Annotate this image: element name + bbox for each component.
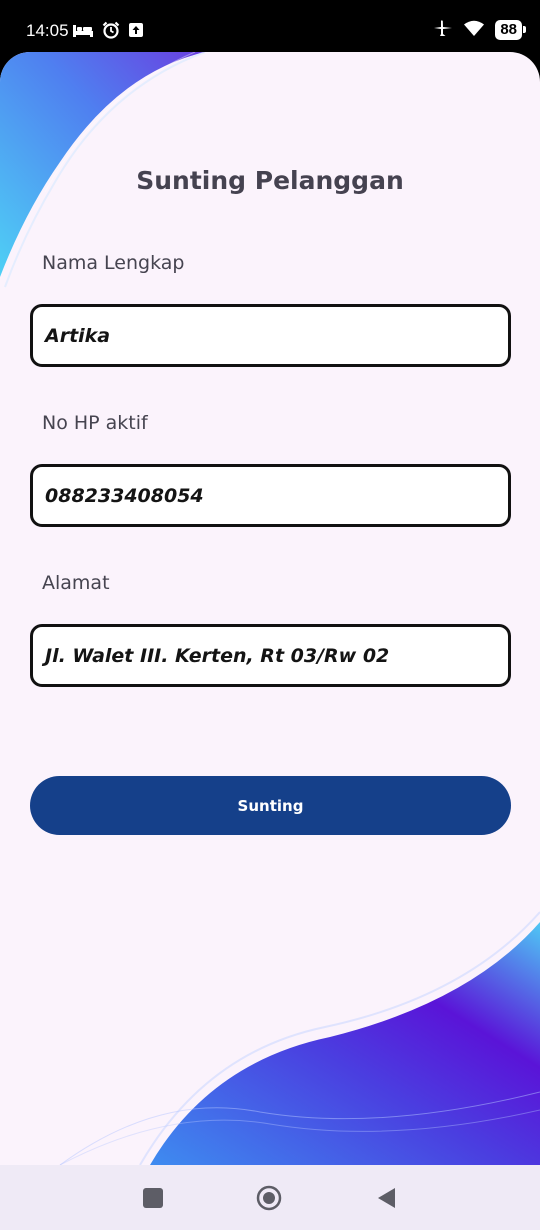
status-time: 14:05 <box>26 21 69 40</box>
alarm-icon <box>102 21 120 43</box>
navigation-bar <box>0 1165 540 1230</box>
app-screen: Sunting Pelanggan Nama Lengkap Artika No… <box>0 52 540 1165</box>
name-field[interactable]: Artika <box>30 304 511 367</box>
wifi-icon <box>463 19 485 41</box>
submit-button-label: Sunting <box>237 796 304 815</box>
address-label: Alamat <box>42 572 110 594</box>
status-icons-left <box>72 21 144 43</box>
page-title: Sunting Pelanggan <box>136 166 404 195</box>
battery-icon: 88 <box>495 20 526 40</box>
phone-label: No HP aktif <box>42 412 148 434</box>
upload-icon <box>128 22 144 42</box>
address-field-value: Jl. Walet III. Kerten, Rt 03/Rw 02 <box>45 644 390 667</box>
address-field[interactable]: Jl. Walet III. Kerten, Rt 03/Rw 02 <box>30 624 511 687</box>
recents-square-icon[interactable] <box>140 1185 166 1211</box>
status-icons-right: 88 <box>433 19 526 41</box>
submit-button[interactable]: Sunting <box>30 776 511 835</box>
airplane-icon <box>433 19 453 41</box>
name-label: Nama Lengkap <box>42 252 185 274</box>
bed-icon <box>72 22 94 42</box>
phone-field-value: 088233408054 <box>45 484 204 507</box>
back-triangle-icon[interactable] <box>374 1185 400 1211</box>
home-circle-icon[interactable] <box>256 1185 282 1211</box>
name-field-value: Artika <box>45 324 111 347</box>
phone-field[interactable]: 088233408054 <box>30 464 511 527</box>
background-wave-decoration <box>0 52 540 1165</box>
